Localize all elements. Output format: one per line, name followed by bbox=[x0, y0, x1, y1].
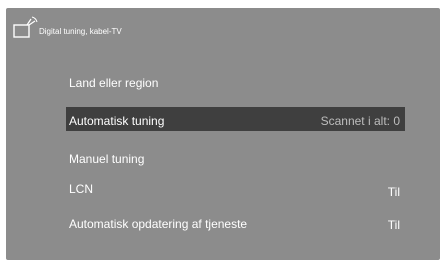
antenna-tv-icon bbox=[13, 15, 39, 39]
menu-item-manuel-tuning[interactable]: Manuel tuning bbox=[66, 150, 405, 168]
menu-item-automatisk-opdatering[interactable]: Automatisk opdatering af tjeneste Til bbox=[66, 217, 405, 251]
menu-header: Digital tuning, kabel-TV bbox=[13, 15, 122, 39]
menu-item-land-eller-region[interactable]: Land eller region bbox=[66, 74, 405, 92]
menu-item-value: Til bbox=[387, 185, 400, 199]
menu-item-label: Automatisk opdatering af tjeneste bbox=[69, 217, 248, 231]
menu-item-lcn[interactable]: LCN Til bbox=[66, 182, 405, 200]
menu-item-value: Til bbox=[387, 218, 400, 232]
menu-item-label: LCN bbox=[69, 182, 94, 196]
menu-item-value: Scannet i alt: 0 bbox=[320, 114, 400, 128]
page-title: Digital tuning, kabel-TV bbox=[39, 27, 122, 36]
menu-item-label: Manuel tuning bbox=[69, 152, 145, 166]
tv-menu-screen: Digital tuning, kabel-TV Land eller regi… bbox=[6, 8, 440, 260]
menu-item-label: Land eller region bbox=[69, 76, 159, 90]
menu-item-automatisk-tuning[interactable]: Automatisk tuning Scannet i alt: 0 bbox=[66, 107, 405, 131]
menu-item-label: Automatisk tuning bbox=[69, 114, 165, 128]
